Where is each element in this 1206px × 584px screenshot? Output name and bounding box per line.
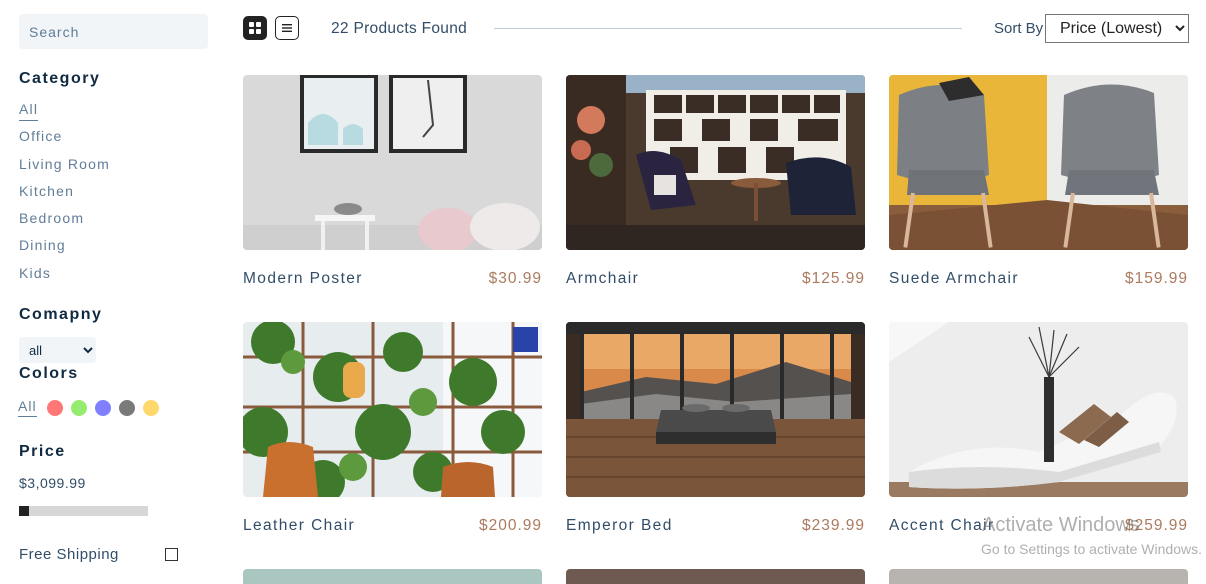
- activate-windows-watermark: Activate Windows: [982, 514, 1140, 536]
- category-living-room[interactable]: Living Room: [19, 155, 110, 182]
- product-name: Emperor Bed: [566, 517, 673, 534]
- category-list: All Office Living Room Kitchen Bedroom D…: [19, 100, 110, 291]
- activate-windows-hint: Go to Settings to activate Windows.: [981, 541, 1202, 557]
- product-name: Leather Chair: [243, 517, 356, 534]
- product-name: Suede Armchair: [889, 270, 1019, 287]
- product-name: Armchair: [566, 270, 640, 287]
- product-image[interactable]: [889, 75, 1188, 250]
- product-price: $159.99: [1124, 270, 1188, 287]
- category-heading: Category: [19, 70, 101, 87]
- product-image[interactable]: [243, 75, 542, 250]
- price-slider-thumb[interactable]: [19, 506, 29, 516]
- color-options: All: [18, 398, 167, 417]
- product-image[interactable]: [566, 75, 865, 250]
- product-price: $125.99: [801, 270, 865, 287]
- color-swatch-yellow[interactable]: [142, 399, 159, 416]
- category-office[interactable]: Office: [19, 127, 110, 154]
- product-image-peek[interactable]: [889, 569, 1188, 584]
- sort-select[interactable]: Price (Lowest): [1045, 14, 1189, 43]
- category-all[interactable]: All: [19, 100, 110, 127]
- product-name: Accent Chair: [889, 517, 995, 534]
- category-dining[interactable]: Dining: [19, 236, 110, 263]
- colors-heading: Colors: [19, 365, 79, 382]
- product-price: $30.99: [488, 270, 542, 287]
- product-image[interactable]: [566, 322, 865, 497]
- company-heading: Comapny: [19, 306, 103, 323]
- free-shipping-label: Free Shipping: [19, 546, 119, 563]
- product-image-peek[interactable]: [243, 569, 542, 584]
- product-image-peek[interactable]: [566, 569, 865, 584]
- price-slider[interactable]: [19, 506, 148, 516]
- list-view-button[interactable]: [275, 16, 299, 40]
- category-kids[interactable]: Kids: [19, 264, 110, 291]
- company-select[interactable]: all: [19, 337, 96, 363]
- toolbar-divider: [494, 28, 962, 29]
- product-name: Modern Poster: [243, 270, 363, 287]
- search-input[interactable]: [19, 14, 208, 49]
- products-count: 22 Products Found: [331, 20, 468, 37]
- color-swatch-red[interactable]: [46, 399, 63, 416]
- grid-view-icon: [249, 22, 261, 34]
- product-price: $239.99: [801, 517, 865, 534]
- product-image[interactable]: [243, 322, 542, 497]
- color-swatch-green[interactable]: [70, 399, 87, 416]
- color-all[interactable]: All: [18, 398, 37, 417]
- price-heading: Price: [19, 443, 66, 460]
- color-swatch-blue[interactable]: [94, 399, 111, 416]
- product-price: $200.99: [478, 517, 542, 534]
- sort-label: Sort By: [994, 20, 1044, 37]
- list-view-icon: [282, 24, 292, 32]
- category-bedroom[interactable]: Bedroom: [19, 209, 110, 236]
- color-swatch-gray[interactable]: [118, 399, 135, 416]
- category-kitchen[interactable]: Kitchen: [19, 182, 110, 209]
- product-image[interactable]: [889, 322, 1188, 497]
- price-value: $3,099.99: [19, 475, 86, 491]
- grid-view-button[interactable]: [243, 16, 267, 40]
- free-shipping-checkbox[interactable]: [165, 548, 178, 561]
